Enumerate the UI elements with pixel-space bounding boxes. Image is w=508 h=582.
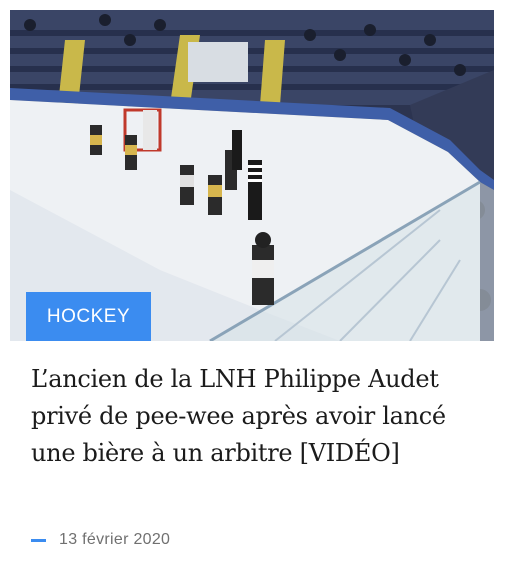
publish-date: 13 février 2020 <box>59 531 171 548</box>
article-headline[interactable]: L’ancien de la LNH Philippe Audet privé … <box>31 361 471 472</box>
article-card: HOCKEY L’ancien de la LNH Philippe Audet… <box>0 0 508 582</box>
accent-dash <box>31 538 46 542</box>
category-badge-hockey[interactable]: HOCKEY <box>26 292 151 341</box>
article-meta: 13 février 2020 <box>31 529 170 551</box>
article-headline-link[interactable]: L’ancien de la LNH Philippe Audet privé … <box>31 365 446 467</box>
